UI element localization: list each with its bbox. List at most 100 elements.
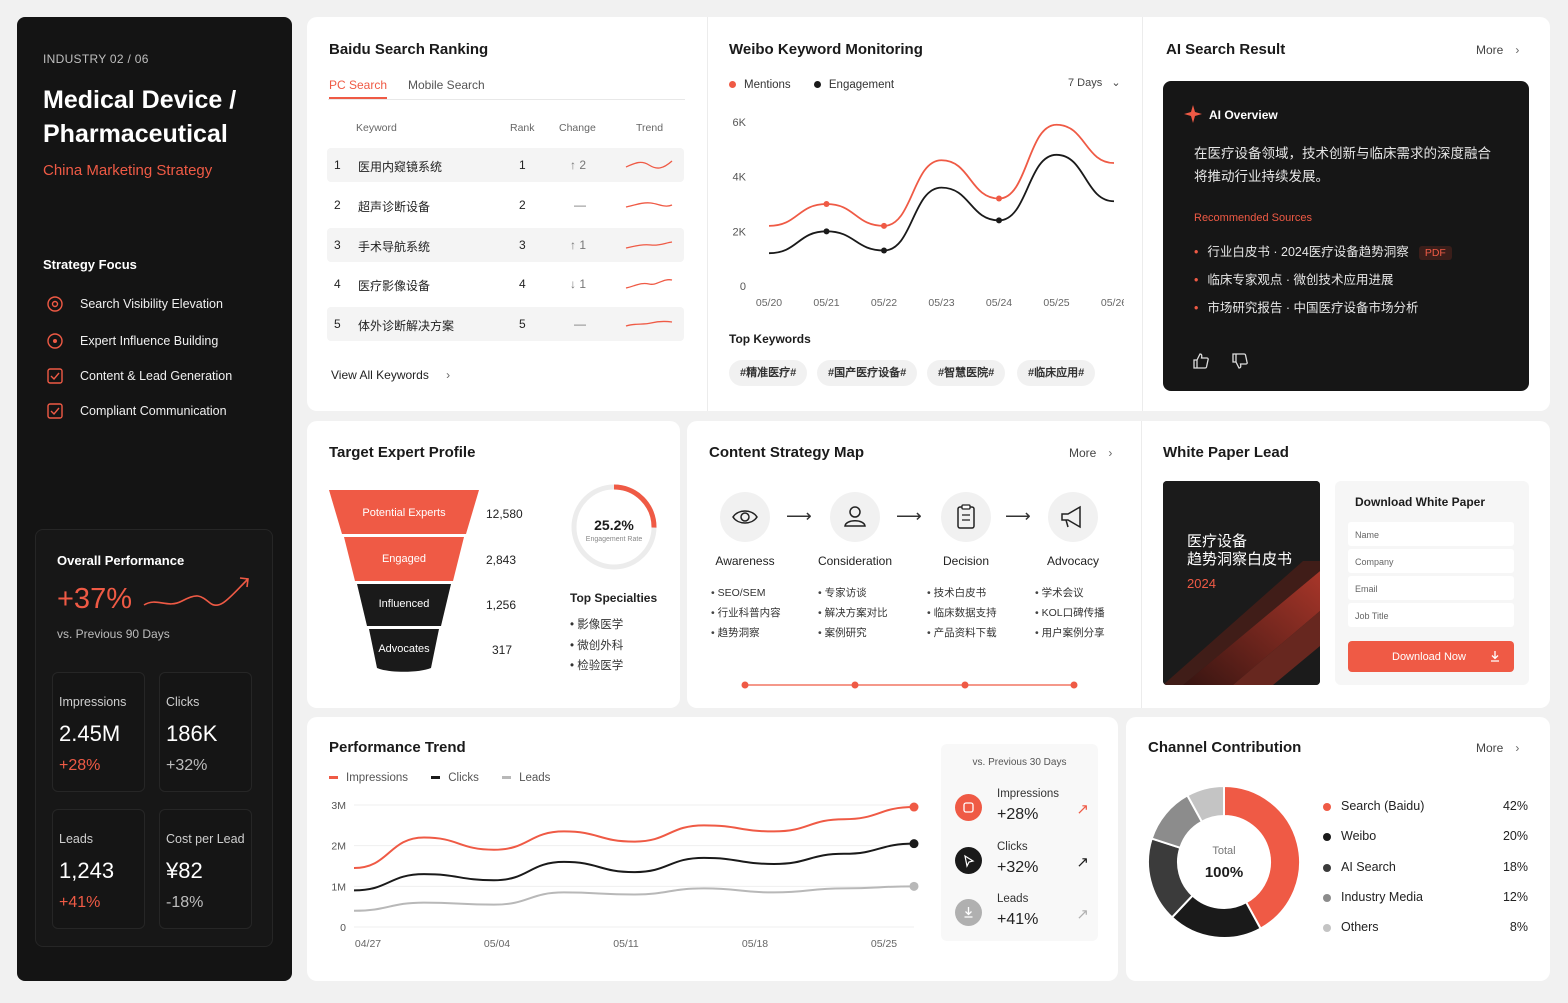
source-item[interactable]: • 临床专家观点 · 微创技术应用进展	[1194, 269, 1394, 288]
cover-title-line1: 医疗设备	[1187, 533, 1248, 550]
metric-value: +32%	[997, 859, 1039, 876]
top-keywords-label: Top Keywords	[729, 332, 811, 346]
company-field[interactable]: Company	[1348, 549, 1514, 573]
bullet: •	[1194, 301, 1199, 315]
arrow-right-icon: ⟶	[896, 506, 922, 526]
eye-badge-icon	[955, 794, 982, 821]
overall-performance-panel: Overall Performance +37% vs. Previous 90…	[35, 529, 273, 947]
series-line-impressions	[353, 806, 915, 870]
source-item[interactable]: • 市场研究报告 · 中国医疗设备市场分析	[1194, 297, 1419, 316]
focus-item-search-visibility[interactable]: Search Visibility Elevation	[45, 294, 223, 314]
download-badge-icon	[955, 899, 982, 926]
trend-metric-leads: Leads +41% ↗	[955, 893, 1089, 933]
stat-delta: +41%	[59, 894, 101, 911]
trend-sparkline	[625, 160, 673, 169]
stage-awareness[interactable]	[720, 492, 770, 542]
x-tick-label: 05/23	[928, 297, 954, 309]
table-row[interactable]: 5 体外诊断解决方案 5 —	[327, 307, 684, 341]
strategy-title: Content Strategy Map	[709, 444, 865, 461]
arrow-right-icon: ⟶	[1005, 506, 1031, 526]
channel-donut-chart	[1147, 784, 1301, 939]
keyword-chip[interactable]: #临床应用#	[1017, 360, 1096, 386]
legend-engagement: Engagement	[828, 79, 895, 91]
source-text: 行业白皮书 · 2024医疗设备趋势洞察	[1207, 245, 1409, 259]
table-row[interactable]: 1 医用内窥镜系统 1 ↑ 2	[327, 148, 684, 182]
ai-overview-label: AI Overview	[1209, 108, 1278, 122]
trend-title: Performance Trend	[329, 739, 466, 756]
y-tick-label: 3M	[331, 800, 346, 812]
stage-consideration[interactable]	[830, 492, 880, 542]
users-icon	[844, 506, 866, 527]
strategy-more-link[interactable]: More ›	[1069, 446, 1112, 460]
stat-label: Impressions	[59, 695, 127, 709]
divider	[707, 17, 708, 411]
table-row[interactable]: 4 医疗影像设备 4 ↓ 1	[327, 267, 684, 301]
trend-sparkline	[625, 320, 673, 327]
tab-mobile-search[interactable]: Mobile Search	[408, 78, 485, 92]
ai-more-link[interactable]: More ›	[1476, 43, 1519, 57]
stage-advocacy[interactable]	[1048, 492, 1098, 542]
clipboard-icon	[957, 504, 975, 529]
tab-pc-search[interactable]: PC Search	[329, 78, 388, 99]
channel-more-link[interactable]: More ›	[1476, 741, 1519, 755]
name-field[interactable]: Name	[1348, 522, 1514, 546]
badge-icon	[47, 333, 63, 349]
legend-impressions: Impressions	[346, 772, 408, 784]
y-tick-label: 0	[740, 281, 746, 293]
overall-performance-label: Overall Performance	[57, 553, 185, 568]
focus-item-content-lead[interactable]: Content & Lead Generation	[45, 366, 232, 386]
x-tick-label: 05/18	[742, 938, 768, 950]
legend-dot	[1323, 803, 1331, 811]
channel-value: 20%	[1502, 829, 1528, 843]
channel-value: 18%	[1502, 860, 1528, 874]
metric-value: +28%	[997, 806, 1039, 823]
legend-dot	[1323, 924, 1331, 932]
stage-item: 解决方案对比	[818, 603, 888, 623]
stage-item: 产品资料下载	[927, 623, 997, 643]
download-now-button[interactable]: Download Now	[1348, 641, 1514, 672]
whitepaper-cover[interactable]: 医疗设备 趋势洞察白皮书 2024	[1163, 481, 1320, 685]
cover-year: 2024	[1187, 576, 1216, 591]
keyword-chip[interactable]: #智慧医院#	[927, 360, 1006, 386]
table-row[interactable]: 3 手术导航系统 3 ↑ 1	[327, 228, 684, 262]
row-number: 3	[334, 238, 341, 252]
sidebar: INDUSTRY 02 / 06 Medical Device / Pharma…	[17, 17, 292, 981]
table-row[interactable]: 2 超声诊断设备 2 —	[327, 188, 684, 222]
view-all-keywords-link[interactable]: View All Keywords ›	[331, 368, 450, 382]
trend-metric-impressions: Impressions +28% ↗	[955, 788, 1089, 828]
shield-check-icon	[47, 403, 63, 419]
stat-clicks: Clicks 186K +32%	[159, 672, 252, 792]
range-select[interactable]: 7 Days ⌄	[1068, 76, 1121, 89]
data-point	[823, 228, 830, 235]
funnel-label: Advocates	[378, 643, 430, 655]
row-rank: 1	[519, 158, 526, 172]
form-title: Download White Paper	[1355, 495, 1486, 509]
email-field[interactable]: Email	[1348, 576, 1514, 600]
keyword-chip[interactable]: #精准医疗#	[729, 360, 808, 386]
focus-item-expert-influence[interactable]: Expert Influence Building	[45, 331, 218, 351]
source-item[interactable]: • 行业白皮书 · 2024医疗设备趋势洞察 PDF	[1194, 241, 1452, 260]
funnel-label: Engaged	[381, 553, 427, 565]
stage-decision[interactable]	[941, 492, 991, 542]
thumbs-up-icon[interactable]	[1192, 352, 1210, 370]
y-tick-label: 2M	[331, 841, 346, 853]
arrow-up-right-icon: ↗	[1076, 906, 1089, 923]
focus-item-compliant[interactable]: Compliant Communication	[45, 401, 227, 421]
legend-swatch-clicks	[431, 776, 441, 780]
x-tick-label: 04/27	[355, 938, 381, 950]
stage-label: Consideration	[817, 554, 893, 568]
arrow-up-right-icon: ↗	[1076, 854, 1089, 871]
stat-label: Cost per Lead	[166, 832, 245, 846]
stage-items-awareness: SEO/SEM 行业科普内容 趋势洞察	[711, 583, 781, 643]
job-title-field[interactable]: Job Title	[1348, 603, 1514, 627]
top-specialties-label: Top Specialties	[570, 591, 658, 605]
chevron-right-icon: ›	[1108, 446, 1113, 460]
thumbs-down-icon[interactable]	[1231, 352, 1249, 370]
stat-label: Leads	[59, 832, 94, 846]
column-keyword: Keyword	[356, 122, 397, 134]
strategy-focus-heading: Strategy Focus	[43, 257, 137, 272]
column-rank: Rank	[510, 122, 535, 134]
chevron-right-icon: ›	[1515, 43, 1520, 57]
keyword-chip[interactable]: #国产医疗设备#	[817, 360, 918, 386]
data-point	[823, 201, 830, 207]
